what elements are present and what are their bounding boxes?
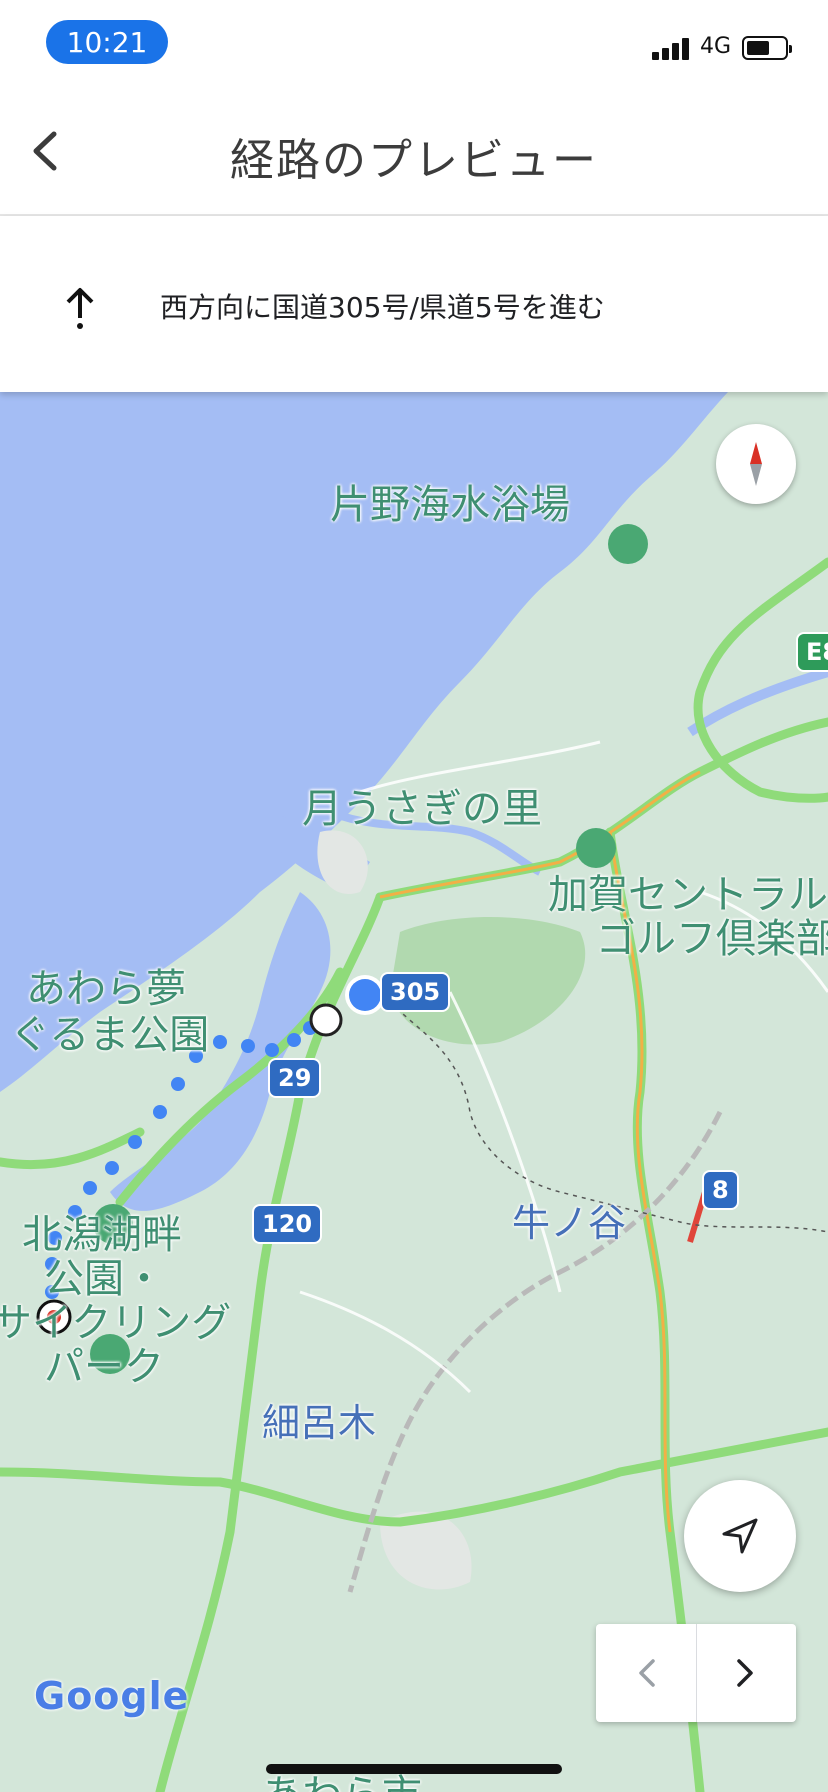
previous-step-button[interactable] — [596, 1624, 696, 1722]
route-shield-e8: E8 — [796, 632, 828, 672]
arrow-up-icon — [66, 288, 94, 329]
signal-icon — [652, 36, 692, 60]
google-logo-text: Google — [34, 1674, 190, 1718]
battery-icon — [742, 36, 792, 60]
home-indicator[interactable] — [266, 1764, 562, 1774]
navigation-arrow-icon — [722, 1518, 758, 1554]
route-shield-305: 305 — [380, 972, 451, 1012]
route-shield-29: 29 — [268, 1058, 322, 1098]
direction-step: 西方向に国道305号/県道5号を進む — [0, 216, 828, 392]
chevron-right-icon — [737, 1659, 753, 1687]
next-step-button[interactable] — [697, 1624, 797, 1722]
map-label-kaga-golf-2: ゴルフ倶楽部 — [596, 916, 828, 962]
map-label-tsukiusagi: 月うさぎの里 — [302, 786, 542, 832]
top-app-bar: 経路のプレビュー — [0, 80, 828, 216]
network-type: 4G — [700, 34, 732, 59]
route-shield-8: 8 — [702, 1170, 739, 1210]
recenter-button[interactable] — [684, 1480, 796, 1592]
chevron-left-icon — [639, 1659, 655, 1687]
map-canvas — [0, 392, 828, 1792]
status-time: 10:21 — [46, 20, 168, 64]
map-view[interactable]: 片野海水浴場 月うさぎの里 加賀セントラル ゴルフ倶楽部 あわら夢 ぐるま公園 … — [0, 392, 828, 1792]
page-title: 経路のプレビュー — [230, 135, 598, 186]
map-label-ushinotani: 牛ノ谷 — [512, 1201, 627, 1245]
google-logo: Google — [34, 1674, 189, 1718]
status-bar: 10:21 4G — [0, 0, 828, 80]
map-label-katano-beach: 片野海水浴場 — [330, 482, 570, 528]
map-label-hosorogi: 細呂木 — [262, 1401, 377, 1445]
map-label-hokuta-4: パーク — [44, 1344, 164, 1390]
map-label-awara-2: ぐるま公園 — [10, 1012, 210, 1058]
compass-button[interactable] — [716, 424, 796, 504]
step-controls — [596, 1624, 796, 1722]
route-shield-120: 120 — [252, 1204, 323, 1244]
direction-text: 西方向に国道305号/県道5号を進む — [160, 291, 605, 324]
compass-icon — [750, 442, 762, 486]
